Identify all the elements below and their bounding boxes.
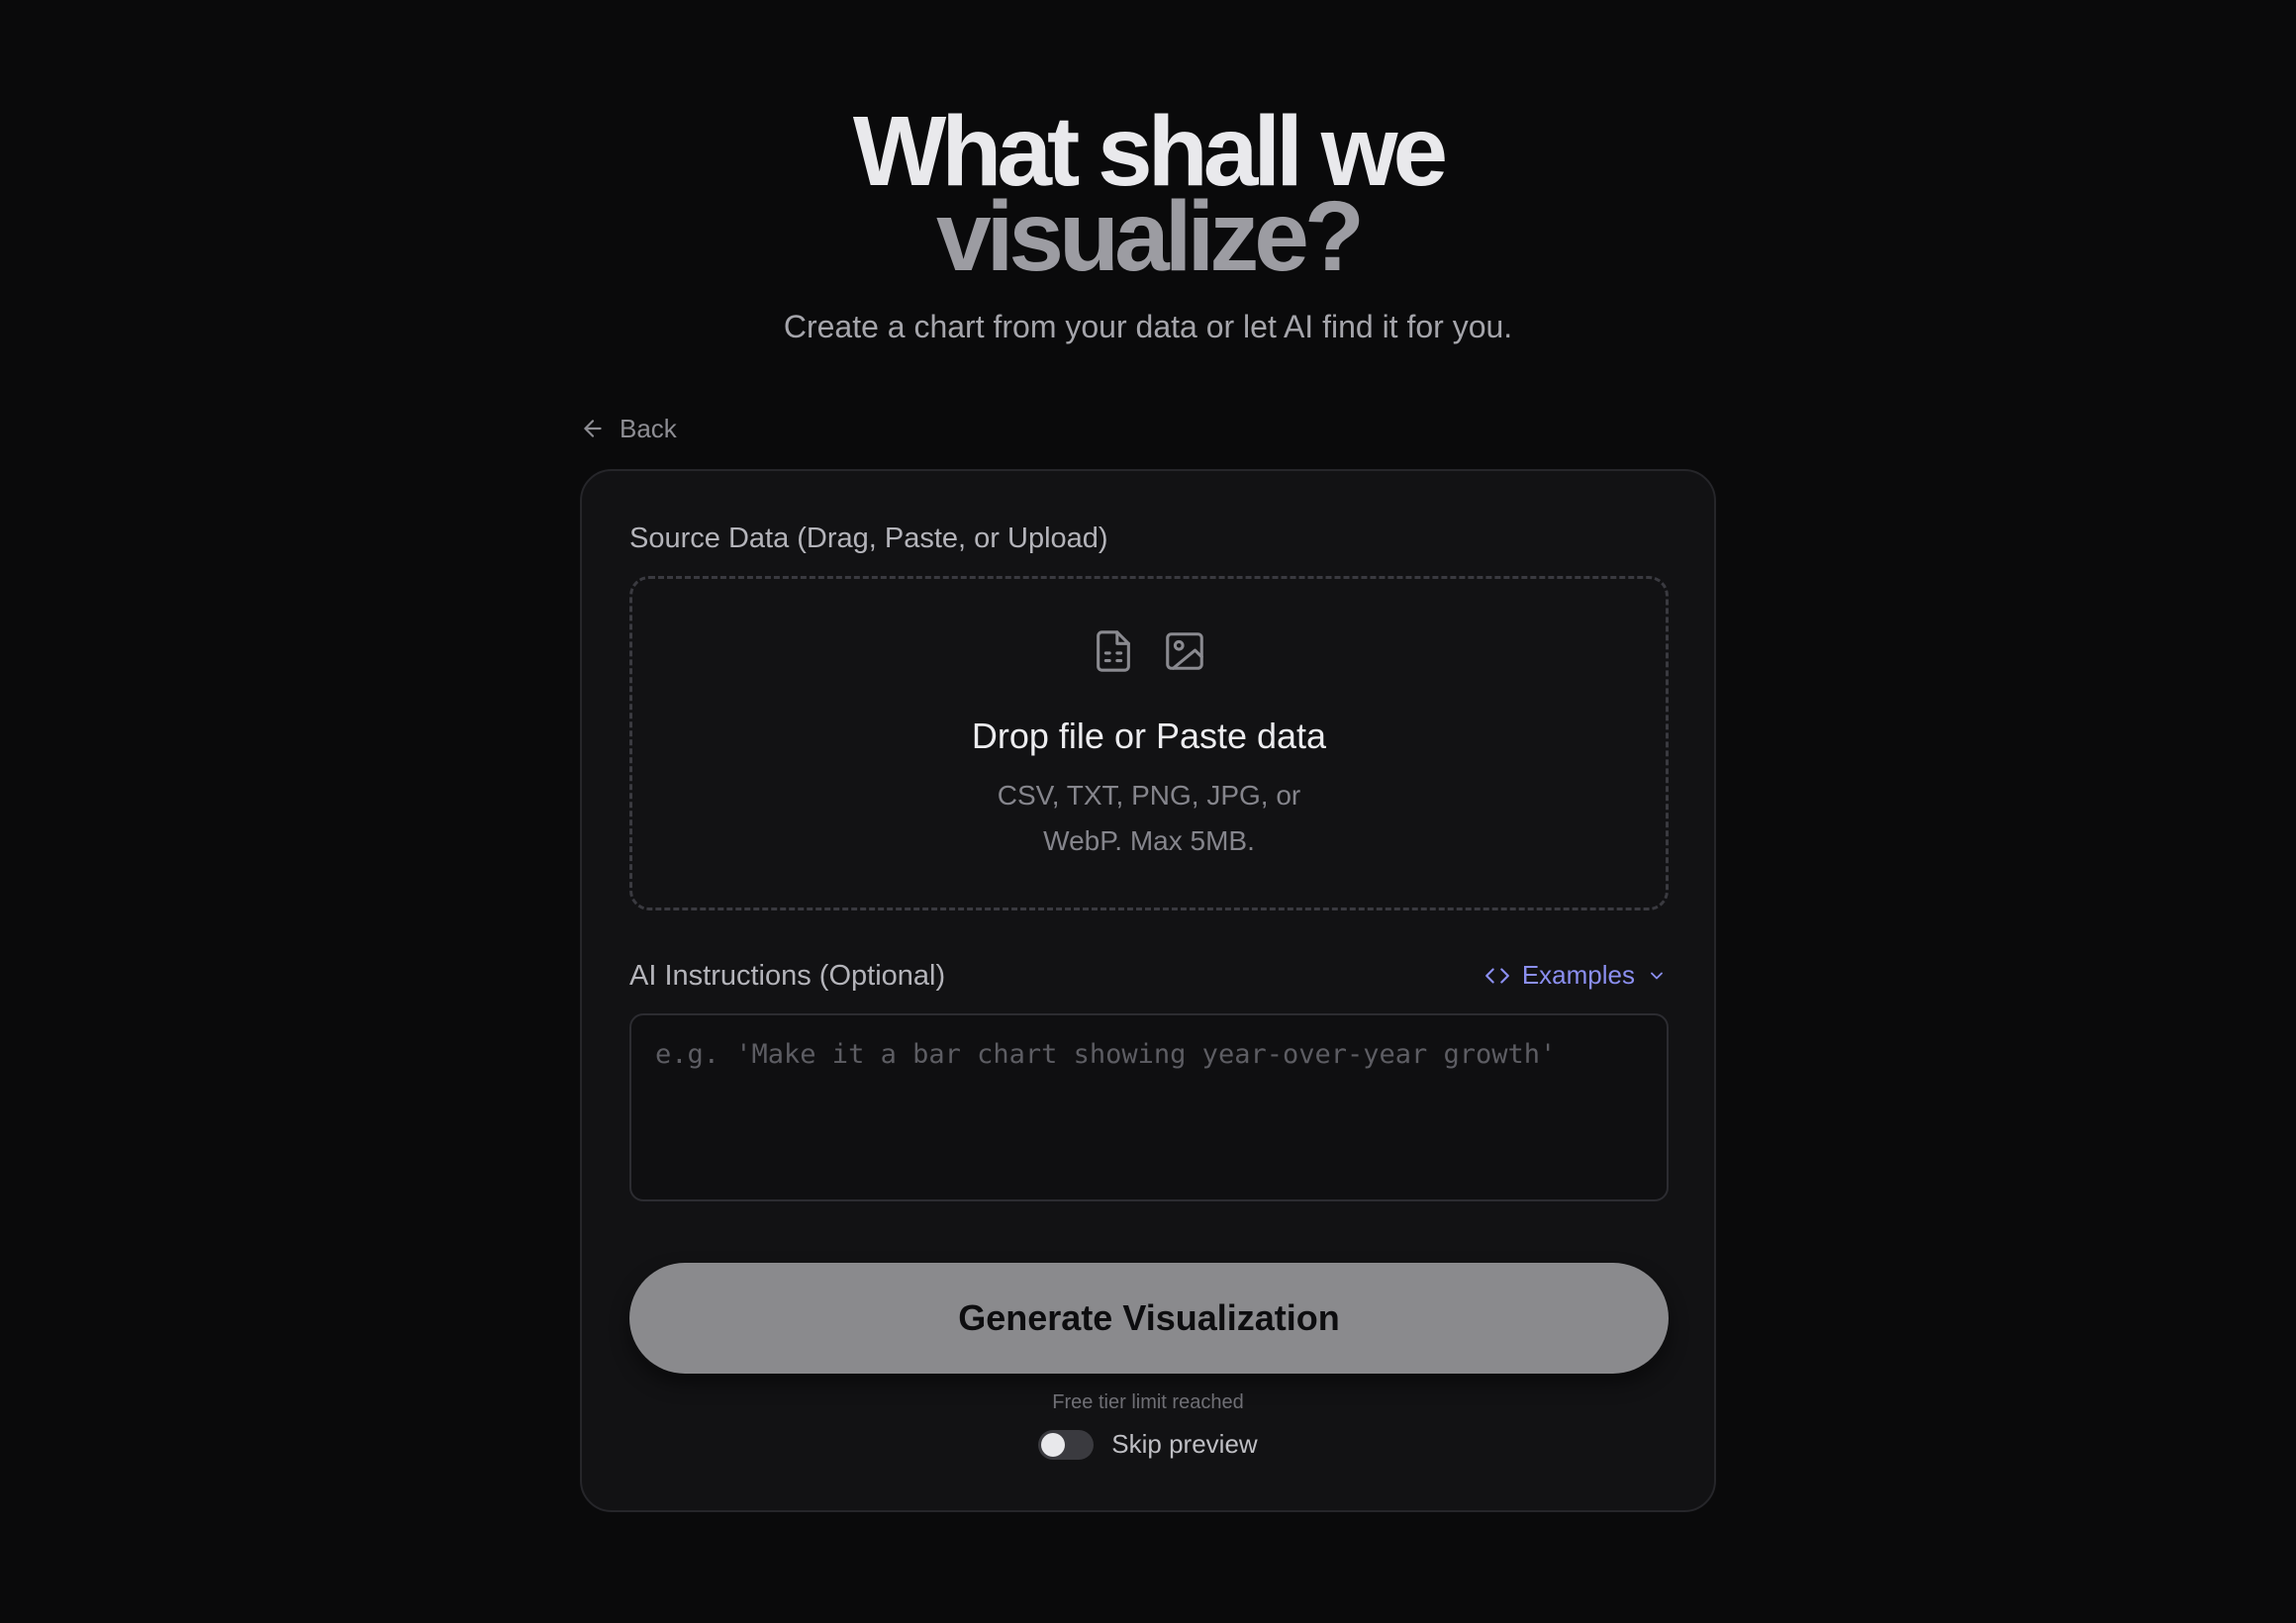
examples-label: Examples [1521, 960, 1635, 990]
ai-instructions-input[interactable] [629, 1013, 1669, 1201]
examples-dropdown[interactable]: Examples [1484, 960, 1667, 991]
ai-instructions-label: AI Instructions (Optional) [629, 960, 946, 992]
source-data-label: Source Data (Drag, Paste, or Upload) [629, 523, 1108, 554]
drop-zone-icons [632, 628, 1666, 674]
skip-preview-row: Skip preview [582, 1429, 1714, 1460]
file-spreadsheet-icon [1097, 630, 1130, 672]
drop-zone-title: Drop file or Paste data [971, 716, 1327, 756]
chevron-down-icon [1651, 972, 1663, 979]
hero: What shall we visualize? Create a chart … [0, 102, 2296, 345]
page-subtitle: Create a chart from your data or let AI … [783, 309, 1513, 344]
drop-zone-hint: CSV, TXT, PNG, JPG, or WebP. Max 5MB. [997, 780, 1301, 856]
file-drop-zone[interactable]: Drop file or Paste data CSV, TXT, PNG, J… [629, 576, 1669, 910]
skip-preview-toggle[interactable] [1038, 1429, 1095, 1460]
page-title-line-2: visualize? [936, 181, 1365, 292]
page-title: What shall we visualize? [0, 102, 2296, 292]
back-label: Back [620, 413, 677, 443]
free-tier-limit-note: Free tier limit reached [1052, 1391, 1244, 1413]
code-icon [1484, 967, 1509, 984]
skip-preview-label: Skip preview [1111, 1429, 1258, 1459]
create-chart-card: Source Data (Drag, Paste, or Upload) Dro… [580, 469, 1716, 1512]
back-button[interactable]: Back [580, 408, 677, 449]
page: What shall we visualize? Create a chart … [0, 0, 2296, 1623]
toggle-knob [1041, 1432, 1066, 1457]
arrow-left-icon [584, 420, 602, 437]
image-icon [1166, 632, 1203, 670]
generate-visualization-button[interactable]: Generate Visualization [629, 1263, 1669, 1374]
